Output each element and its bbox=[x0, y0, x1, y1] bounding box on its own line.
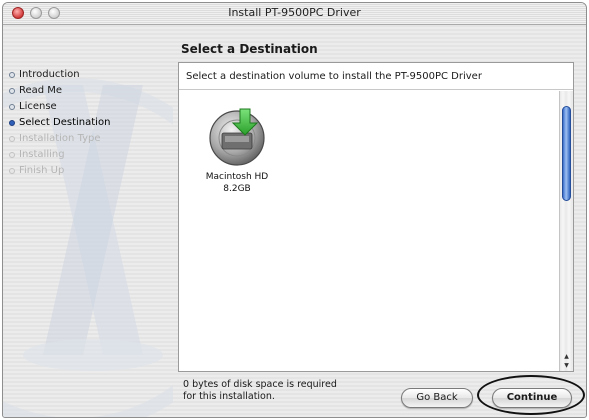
step-label: Introduction bbox=[19, 69, 80, 80]
scrollbar-thumb[interactable] bbox=[562, 106, 571, 201]
step-read-me: Read Me bbox=[9, 83, 110, 99]
step-introduction: Introduction bbox=[9, 67, 110, 83]
volume-macintosh-hd[interactable]: Macintosh HD 8.2GB bbox=[197, 105, 277, 195]
destination-panel: Select a destination volume to install t… bbox=[178, 62, 574, 372]
disk-space-line-1: 0 bytes of disk space is required bbox=[183, 379, 337, 390]
disk-space-info: 0 bytes of disk space is required for th… bbox=[183, 379, 383, 403]
volume-size: 8.2GB bbox=[223, 184, 251, 194]
hard-drive-icon bbox=[209, 108, 265, 166]
go-back-button[interactable]: Go Back bbox=[401, 388, 473, 408]
step-bullet-icon bbox=[9, 168, 15, 174]
installer-window: Install PT-9500PC Driver Introduction Re… bbox=[2, 2, 587, 418]
window-title: Install PT-9500PC Driver bbox=[228, 6, 361, 19]
step-label: Read Me bbox=[19, 85, 63, 96]
continue-highlight-circle bbox=[477, 375, 585, 415]
title-bar[interactable]: Install PT-9500PC Driver bbox=[3, 3, 586, 25]
scroll-up-arrow-icon[interactable]: ▲ bbox=[560, 352, 573, 361]
installer-steps-sidebar: Introduction Read Me License Select Dest… bbox=[3, 25, 173, 417]
step-bullet-icon bbox=[9, 136, 15, 142]
step-bullet-icon bbox=[9, 104, 15, 110]
step-select-destination: Select Destination bbox=[9, 115, 110, 131]
step-bullet-icon bbox=[9, 88, 15, 94]
step-label: License bbox=[19, 101, 57, 112]
step-label: Installation Type bbox=[19, 133, 101, 144]
disk-space-line-2: for this installation. bbox=[183, 391, 275, 402]
step-bullet-icon bbox=[9, 152, 15, 158]
step-label: Finish Up bbox=[19, 165, 65, 176]
instruction-text: Select a destination volume to install t… bbox=[179, 63, 573, 90]
step-finish-up: Finish Up bbox=[9, 163, 110, 179]
scroll-down-arrow-icon[interactable]: ▼ bbox=[560, 361, 573, 370]
step-bullet-icon bbox=[9, 120, 15, 126]
step-label: Select Destination bbox=[19, 117, 111, 128]
step-installation-type: Installation Type bbox=[9, 131, 110, 147]
step-bullet-icon bbox=[9, 72, 15, 78]
page-title: Select a Destination bbox=[181, 42, 318, 56]
step-license: License bbox=[9, 99, 110, 115]
step-installing: Installing bbox=[9, 147, 110, 163]
volume-list: Macintosh HD 8.2GB bbox=[179, 91, 559, 371]
step-label: Installing bbox=[19, 149, 65, 160]
volume-name: Macintosh HD bbox=[205, 172, 269, 182]
steps-list: Introduction Read Me License Select Dest… bbox=[9, 67, 110, 179]
volume-list-scrollbar[interactable]: ▲ ▼ bbox=[559, 91, 573, 371]
